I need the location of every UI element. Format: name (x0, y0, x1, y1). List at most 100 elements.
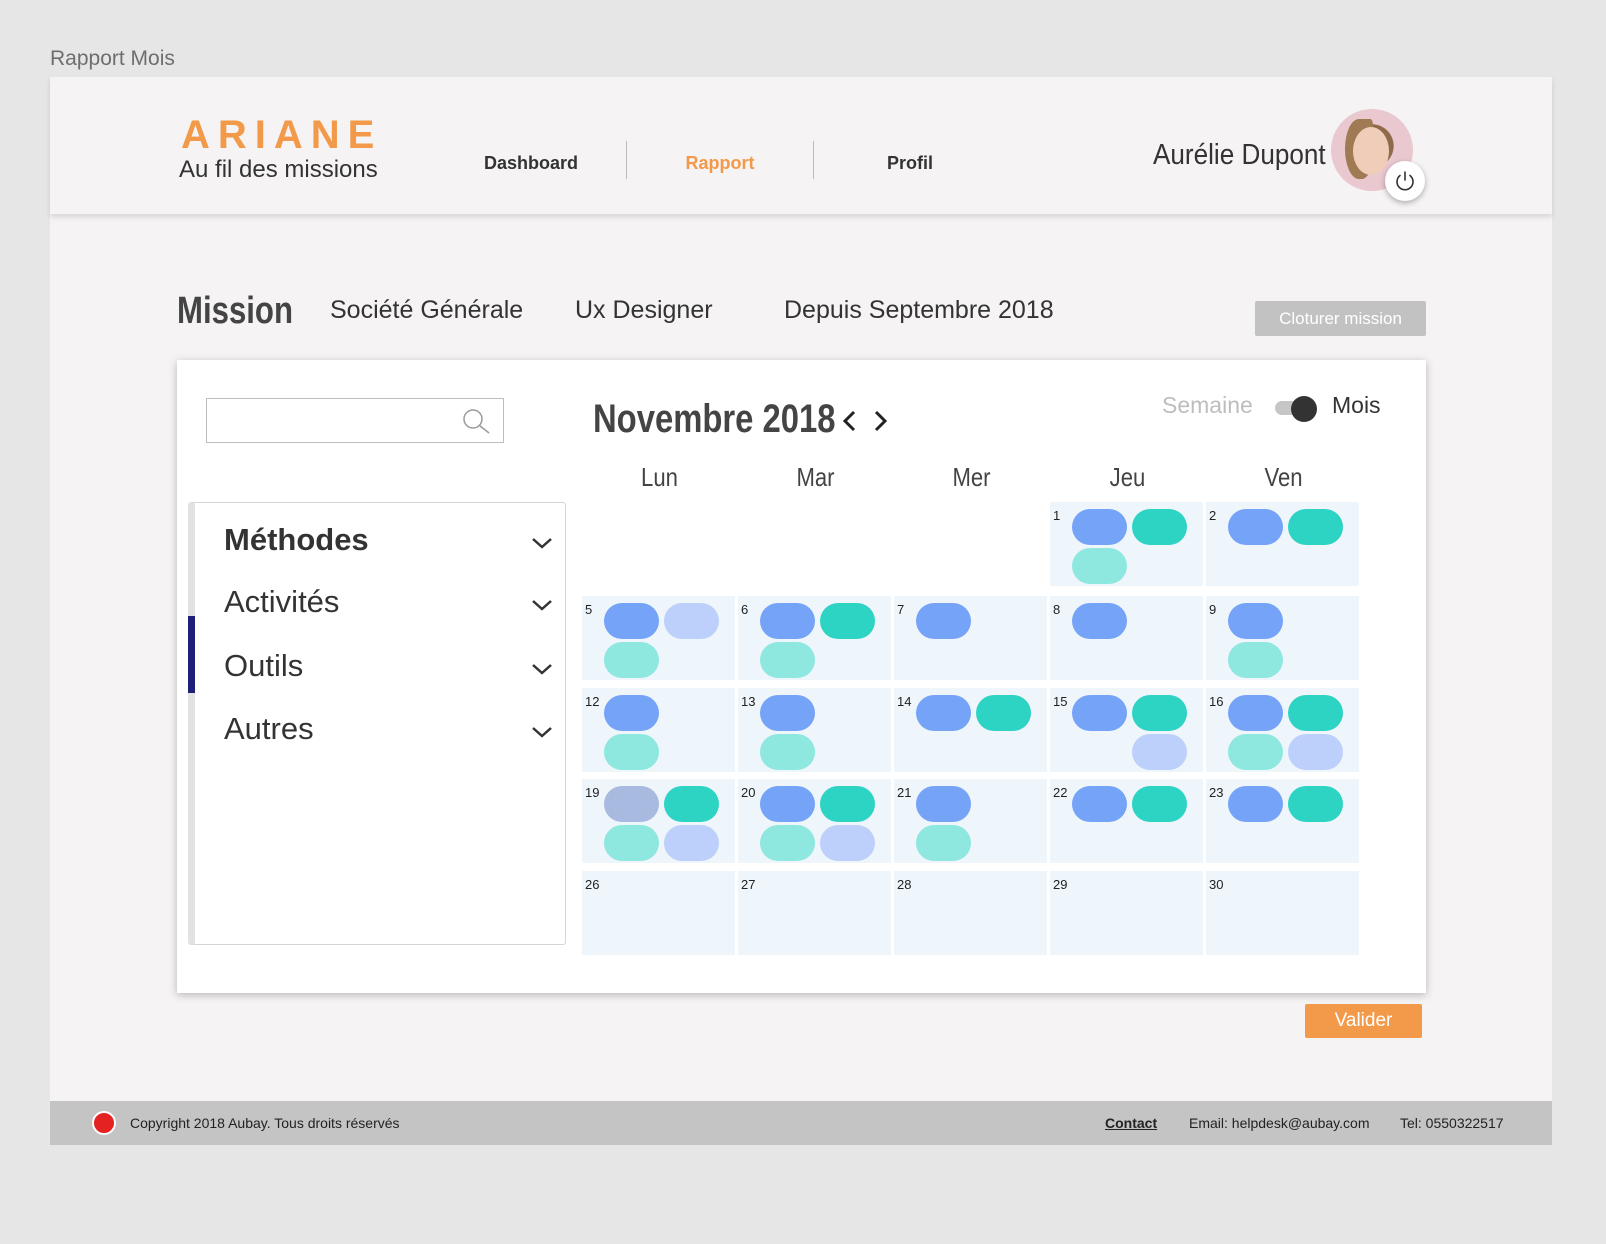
mission-since: Depuis Septembre 2018 (784, 296, 1054, 324)
activity-pill[interactable] (760, 825, 815, 861)
calendar-day-cell[interactable]: 27 (738, 871, 891, 955)
chevron-down-icon (532, 600, 552, 611)
activity-pill[interactable] (916, 786, 971, 822)
activity-pill[interactable] (1288, 734, 1343, 770)
calendar-day-cell[interactable]: 9 (1206, 596, 1359, 680)
day-number: 19 (585, 785, 600, 800)
activity-pill[interactable] (604, 734, 659, 770)
day-number: 14 (897, 694, 912, 709)
calendar-day-cell[interactable]: 5 (582, 596, 735, 680)
activity-pill[interactable] (1072, 509, 1127, 545)
contact-link[interactable]: Contact (1105, 1113, 1157, 1133)
activity-pill[interactable] (916, 603, 971, 639)
activity-pill[interactable] (1288, 786, 1343, 822)
activity-pill[interactable] (1228, 603, 1283, 639)
day-number: 30 (1209, 877, 1224, 892)
frame-title: Rapport Mois (50, 47, 175, 70)
nav-dashboard[interactable]: Dashboard (470, 151, 592, 175)
activity-pill[interactable] (976, 695, 1031, 731)
activity-pill[interactable] (1228, 642, 1283, 678)
search-input[interactable] (207, 399, 447, 442)
activity-pill[interactable] (760, 786, 815, 822)
calendar-day-cell[interactable]: 26 (582, 871, 735, 955)
day-header: Jeu (1109, 462, 1146, 492)
filter-activites[interactable]: Activités (224, 577, 554, 627)
activity-pill[interactable] (916, 825, 971, 861)
calendar-day-cell[interactable]: 7 (894, 596, 1047, 680)
view-month-label[interactable]: Mois (1332, 390, 1381, 420)
calendar-day-cell[interactable]: 29 (1050, 871, 1203, 955)
activity-pill[interactable] (604, 825, 659, 861)
search-box (206, 398, 504, 443)
calendar-day-cell[interactable]: 2 (1206, 502, 1359, 586)
close-mission-button[interactable]: Cloturer mission (1255, 301, 1426, 336)
filter-autres[interactable]: Autres (224, 704, 554, 754)
activity-pill[interactable] (1132, 786, 1187, 822)
view-toggle[interactable] (1275, 396, 1319, 422)
activity-pill[interactable] (1288, 695, 1343, 731)
activity-pill[interactable] (1288, 509, 1343, 545)
calendar-day-cell[interactable]: 28 (894, 871, 1047, 955)
chevron-left-icon[interactable] (839, 408, 861, 434)
activity-pill[interactable] (664, 786, 719, 822)
activity-pill[interactable] (760, 642, 815, 678)
calendar-day-cell[interactable]: 13 (738, 688, 891, 772)
activity-pill[interactable] (820, 825, 875, 861)
activity-pill[interactable] (664, 825, 719, 861)
activity-pill[interactable] (1228, 734, 1283, 770)
activity-pill[interactable] (1072, 548, 1127, 584)
nav-rapport[interactable]: Rapport (659, 151, 781, 175)
header: ARIANE Au fil des missions Dashboard Rap… (50, 77, 1552, 214)
activity-pill[interactable] (1072, 695, 1127, 731)
calendar-day-cell[interactable]: 15 (1050, 688, 1203, 772)
calendar-day-cell[interactable]: 12 (582, 688, 735, 772)
logo-title: ARIANE (181, 113, 383, 157)
power-button[interactable] (1385, 161, 1425, 201)
activity-pill[interactable] (820, 603, 875, 639)
view-week-label[interactable]: Semaine (1162, 390, 1253, 420)
activity-pill[interactable] (1228, 786, 1283, 822)
search-icon[interactable] (461, 407, 491, 437)
activity-pill[interactable] (1132, 695, 1187, 731)
filter-label: Activités (224, 584, 340, 619)
calendar-day-cell[interactable]: 20 (738, 779, 891, 863)
calendar-day-cell[interactable]: 30 (1206, 871, 1359, 955)
nav-profil[interactable]: Profil (849, 151, 971, 175)
activity-pill[interactable] (1228, 695, 1283, 731)
power-icon (1396, 171, 1414, 191)
chevron-down-icon (532, 664, 552, 675)
activity-pill[interactable] (760, 695, 815, 731)
activity-pill[interactable] (1228, 509, 1283, 545)
calendar-day-cell[interactable]: 1 (1050, 502, 1203, 586)
day-number: 21 (897, 785, 912, 800)
footer-copyright: Copyright 2018 Aubay. Tous droits réserv… (130, 1115, 400, 1131)
activity-pill[interactable] (604, 603, 659, 639)
activity-pill[interactable] (1072, 786, 1127, 822)
calendar-day-cell[interactable]: 22 (1050, 779, 1203, 863)
activity-pill[interactable] (664, 603, 719, 639)
calendar-day-cell[interactable]: 14 (894, 688, 1047, 772)
filter-methodes[interactable]: Méthodes (224, 515, 554, 565)
activity-pill[interactable] (820, 786, 875, 822)
filter-list: Méthodes Activités Outils Autres (188, 502, 566, 945)
activity-pill[interactable] (1132, 509, 1187, 545)
filter-outils[interactable]: Outils (224, 641, 554, 691)
calendar-day-cell[interactable]: 23 (1206, 779, 1359, 863)
activity-pill[interactable] (760, 734, 815, 770)
calendar-day-cell[interactable]: 6 (738, 596, 891, 680)
calendar-day-cell[interactable]: 16 (1206, 688, 1359, 772)
activity-pill[interactable] (604, 695, 659, 731)
calendar-day-cell[interactable]: 8 (1050, 596, 1203, 680)
activity-pill[interactable] (760, 603, 815, 639)
mission-company: Société Générale (330, 296, 524, 324)
calendar-day-cell[interactable]: 19 (582, 779, 735, 863)
calendar-day-cell[interactable]: 21 (894, 779, 1047, 863)
activity-pill[interactable] (604, 642, 659, 678)
activity-pill[interactable] (604, 786, 659, 822)
mission-role: Ux Designer (575, 296, 713, 324)
chevron-right-icon[interactable] (869, 408, 891, 434)
validate-button[interactable]: Valider (1305, 1004, 1422, 1038)
activity-pill[interactable] (916, 695, 971, 731)
activity-pill[interactable] (1072, 603, 1127, 639)
activity-pill[interactable] (1132, 734, 1187, 770)
